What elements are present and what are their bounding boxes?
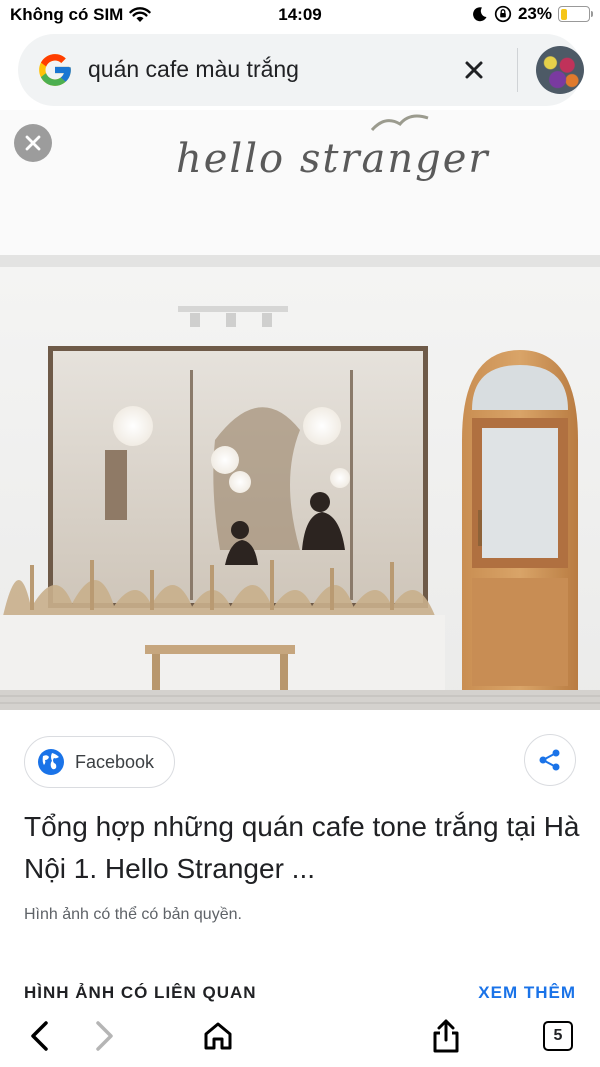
sign-text: hello stranger (176, 136, 490, 182)
source-label: Facebook (75, 751, 155, 772)
cafe-photo (0, 110, 600, 710)
back-button[interactable] (18, 1014, 62, 1058)
search-divider (517, 48, 518, 92)
battery-percent: 23% (517, 4, 552, 23)
share-upload-icon (433, 1019, 459, 1053)
close-icon (25, 135, 41, 151)
result-title[interactable]: Tổng hợp những quán cafe tone trắng tại … (24, 806, 584, 890)
share-page-button[interactable] (424, 1014, 468, 1058)
home-button[interactable] (196, 1014, 240, 1058)
status-bar: Không có SIM 14:09 23% (0, 0, 600, 30)
tabs-button[interactable]: 5 (536, 1014, 580, 1058)
result-image[interactable]: hello stranger (0, 110, 600, 710)
bottom-toolbar: 5 (0, 1010, 600, 1067)
moon-icon (473, 7, 487, 22)
see-more-link[interactable]: XEM THÊM (478, 983, 576, 1003)
globe-icon (38, 749, 64, 775)
search-bar[interactable]: quán cafe màu trắng (18, 34, 584, 106)
share-button[interactable] (524, 734, 576, 786)
home-icon (204, 1022, 232, 1050)
account-avatar[interactable] (536, 46, 584, 94)
search-query[interactable]: quán cafe màu trắng (88, 56, 299, 83)
tabs-count: 5 (543, 1021, 573, 1051)
close-image-button[interactable] (14, 124, 52, 162)
related-images-heading: HÌNH ẢNH CÓ LIÊN QUAN (24, 983, 257, 1002)
source-chip[interactable]: Facebook (24, 736, 176, 788)
orientation-lock-icon (494, 5, 512, 23)
battery-icon (558, 6, 593, 22)
status-right: 23% (472, 4, 593, 24)
copyright-note: Hình ảnh có thể có bản quyền. (24, 906, 242, 923)
forward-button[interactable] (82, 1014, 126, 1058)
chevron-right-icon (96, 1021, 113, 1051)
clear-search-icon[interactable] (458, 54, 490, 86)
share-icon (539, 749, 560, 771)
google-logo-icon[interactable] (36, 51, 74, 89)
battery-level (560, 8, 567, 20)
chevron-left-icon (31, 1021, 48, 1051)
